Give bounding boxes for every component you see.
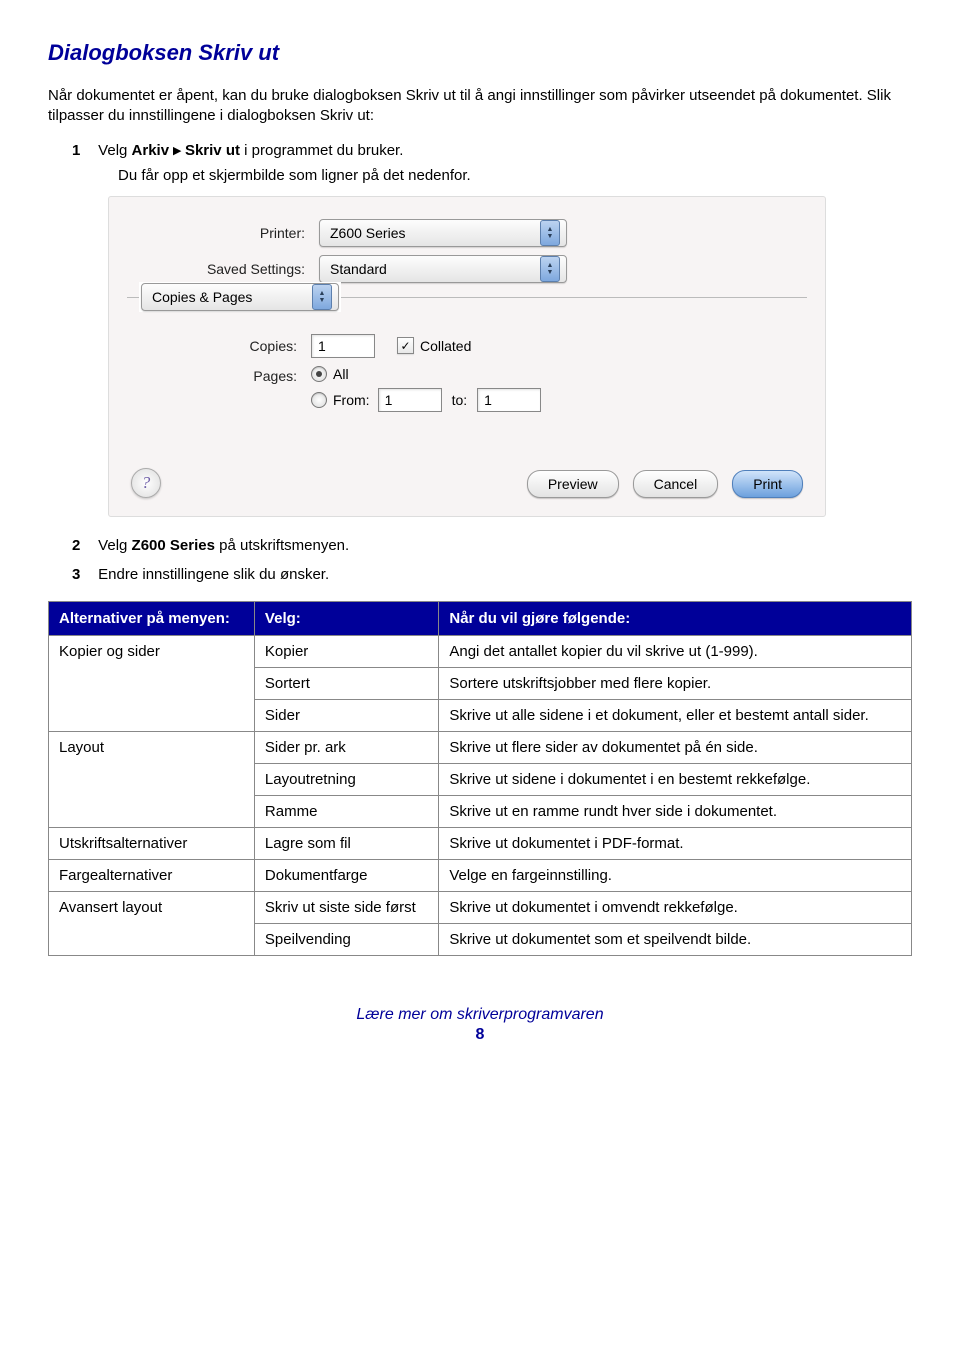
pages-label: Pages: (207, 366, 311, 384)
footer: Lære mer om skriverprogramvaren 8 (48, 1006, 912, 1044)
section-select[interactable]: Copies & Pages ▲▼ (141, 283, 339, 311)
stepper-icon: ▲▼ (312, 284, 332, 310)
step-2: 2 Velg Z600 Series på utskriftsmenyen. (72, 537, 912, 554)
from-label: From: (333, 392, 370, 408)
th-select: Velg: (254, 601, 438, 635)
step1-sub: Du får opp et skjermbilde som ligner på … (118, 167, 912, 184)
option-cell: Skriv ut siste side først (254, 891, 438, 923)
option-cell: Lagre som fil (254, 827, 438, 859)
footer-text: Lære mer om skriverprogramvaren (356, 1006, 603, 1023)
section-frame: Copies & Pages ▲▼ Copies: 1 ✓ Collated P… (127, 297, 807, 488)
page-number: 8 (48, 1026, 912, 1044)
to-input[interactable]: 1 (477, 388, 541, 412)
arrow-icon: ▸ (173, 142, 181, 159)
step-3: 3 Endre innstillingene slik du ønsker. (72, 566, 912, 583)
copies-label: Copies: (207, 338, 311, 354)
step2-pre: Velg (98, 537, 131, 554)
desc-cell: Skrive ut en ramme rundt hver side i dok… (439, 795, 912, 827)
section-value: Copies & Pages (152, 289, 252, 305)
stepper-icon: ▲▼ (540, 220, 560, 246)
step-1: 1 Velg Arkiv ▸ Skriv ut i programmet du … (72, 141, 912, 184)
category-cell: Kopier og sider (49, 635, 255, 731)
copies-input[interactable]: 1 (311, 334, 375, 358)
print-button[interactable]: Print (732, 470, 803, 498)
page-title: Dialogboksen Skriv ut (48, 40, 912, 66)
option-cell: Sider (254, 699, 438, 731)
help-button[interactable]: ? (131, 468, 161, 498)
stepper-icon: ▲▼ (540, 256, 560, 282)
desc-cell: Skrive ut dokumentet i omvendt rekkefølg… (439, 891, 912, 923)
step2-post: på utskriftsmenyen. (215, 537, 349, 554)
preview-button[interactable]: Preview (527, 470, 619, 498)
category-cell: Layout (49, 731, 255, 827)
category-cell: Fargealternativer (49, 859, 255, 891)
pages-all-label: All (333, 366, 349, 382)
step1-arkiv: Arkiv (132, 142, 170, 159)
collated-checkbox[interactable]: ✓ (397, 337, 414, 354)
desc-cell: Skrive ut dokumentet som et speilvendt b… (439, 923, 912, 955)
desc-cell: Angi det antallet kopier du vil skrive u… (439, 635, 912, 667)
th-menu: Alternativer på menyen: (49, 601, 255, 635)
desc-cell: Skrive ut dokumentet i PDF-format. (439, 827, 912, 859)
option-cell: Sortert (254, 667, 438, 699)
table-row: Kopier og siderKopierAngi det antallet k… (49, 635, 912, 667)
option-cell: Speilvending (254, 923, 438, 955)
intro-paragraph: Når dokumentet er åpent, kan du bruke di… (48, 86, 912, 127)
desc-cell: Skrive ut flere sider av dokumentet på é… (439, 731, 912, 763)
table-row: Avansert layoutSkriv ut siste side først… (49, 891, 912, 923)
saved-settings-select[interactable]: Standard ▲▼ (319, 255, 567, 283)
options-table: Alternativer på menyen: Velg: Når du vil… (48, 601, 912, 956)
category-cell: Utskriftsalternativer (49, 827, 255, 859)
pages-all-radio[interactable] (311, 366, 327, 382)
print-dialog: Printer: Z600 Series ▲▼ Saved Settings: … (108, 196, 826, 517)
option-cell: Sider pr. ark (254, 731, 438, 763)
printer-value: Z600 Series (330, 225, 405, 241)
desc-cell: Skrive ut alle sidene i et dokument, ell… (439, 699, 912, 731)
category-cell: Avansert layout (49, 891, 255, 955)
to-label: to: (452, 392, 468, 408)
table-row: LayoutSider pr. arkSkrive ut flere sider… (49, 731, 912, 763)
table-row: UtskriftsalternativerLagre som filSkrive… (49, 827, 912, 859)
saved-settings-label: Saved Settings: (127, 261, 319, 277)
desc-cell: Sortere utskriftsjobber med flere kopier… (439, 667, 912, 699)
cancel-button[interactable]: Cancel (633, 470, 719, 498)
step1-skrivut: Skriv ut (185, 142, 240, 159)
step3-text: Endre innstillingene slik du ønsker. (98, 566, 329, 583)
option-cell: Ramme (254, 795, 438, 827)
option-cell: Dokumentfarge (254, 859, 438, 891)
printer-select[interactable]: Z600 Series ▲▼ (319, 219, 567, 247)
desc-cell: Velge en fargeinnstilling. (439, 859, 912, 891)
desc-cell: Skrive ut sidene i dokumentet i en beste… (439, 763, 912, 795)
option-cell: Layoutretning (254, 763, 438, 795)
pages-from-radio[interactable] (311, 392, 327, 408)
step1-post: i programmet du bruker. (240, 142, 403, 159)
table-row: FargealternativerDokumentfargeVelge en f… (49, 859, 912, 891)
th-purpose: Når du vil gjøre følgende: (439, 601, 912, 635)
step2-bold: Z600 Series (132, 537, 215, 554)
collated-label: Collated (420, 338, 471, 354)
from-input[interactable]: 1 (378, 388, 442, 412)
step1-pre: Velg (98, 142, 131, 159)
option-cell: Kopier (254, 635, 438, 667)
saved-settings-value: Standard (330, 261, 387, 277)
printer-label: Printer: (127, 225, 319, 241)
